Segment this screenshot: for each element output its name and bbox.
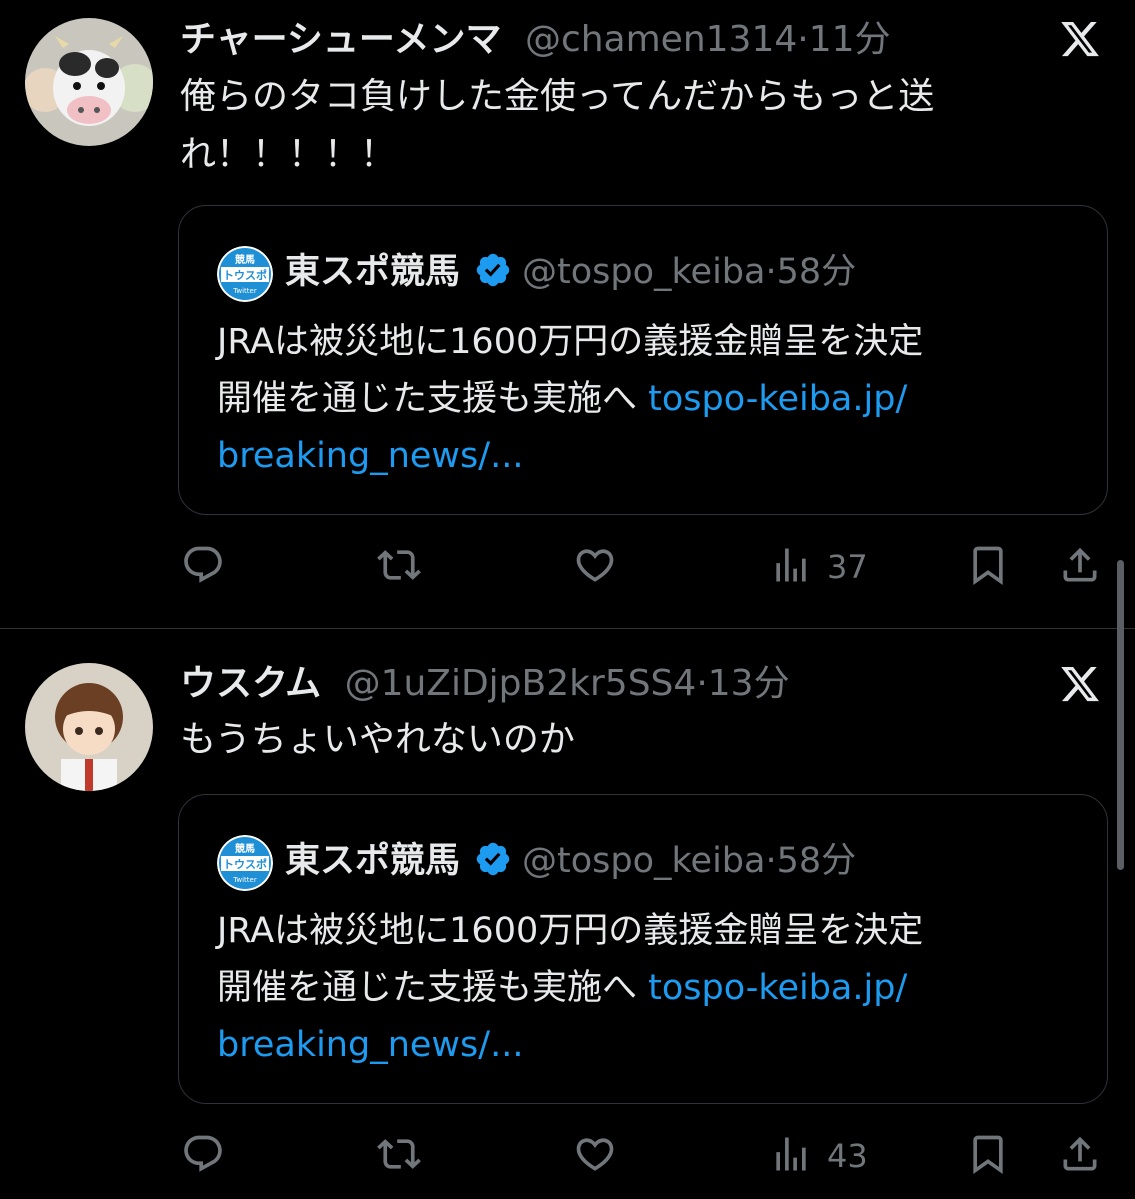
tweet-text-line: れ！！！！！: [180, 134, 397, 175]
tweet-header: チャーシューメンマ @chamen1314·11分: [180, 18, 891, 62]
quote-text-line: 開催を通じた支援も実施へ: [217, 379, 638, 419]
tweet-header: ウスクム @1uZiDjpB2kr5SS4·13分: [180, 662, 790, 706]
quote-text: JRAは被災地に1600万円の義援金贈呈を決定 開催を通じた支援も実施へ tos…: [217, 903, 1077, 1074]
reply-icon: [181, 543, 225, 591]
verified-badge-icon: [474, 251, 512, 289]
x-logo-icon: [1057, 18, 1103, 60]
article-link[interactable]: tospo-keiba.jp/: [648, 968, 907, 1008]
quote-avatar[interactable]: 競馬 トウスポ Twitter: [217, 246, 273, 302]
quote-avatar[interactable]: 競馬 トウスポ Twitter: [217, 835, 273, 891]
verified-badge-icon: [474, 840, 512, 878]
timestamp[interactable]: 13分: [708, 663, 790, 704]
reply-button[interactable]: [181, 1131, 225, 1181]
quote-author-name[interactable]: 東スポ競馬: [285, 841, 460, 881]
quote-header: 東スポ競馬 @tospo_keiba·58分: [285, 250, 856, 294]
quote-author-handle[interactable]: @tospo_keiba: [522, 252, 765, 292]
dot-separator: ·: [797, 19, 809, 60]
action-bar: 37: [0, 542, 1135, 592]
author-name[interactable]: チャーシューメンマ: [180, 19, 501, 60]
dot-separator: ·: [765, 841, 777, 881]
dot-separator: ·: [765, 252, 777, 292]
logo-text-top: 競馬: [235, 842, 255, 855]
tweet-text-line: もうちょいやれないのか: [180, 719, 575, 760]
article-link-continued[interactable]: breaking_news/...: [217, 1017, 1077, 1074]
quote-author-handle[interactable]: @tospo_keiba: [522, 841, 765, 881]
share-button[interactable]: [1058, 542, 1102, 592]
bookmark-icon: [966, 1132, 1010, 1180]
retweet-button[interactable]: [377, 1131, 421, 1181]
reply-button[interactable]: [181, 542, 225, 592]
avatar[interactable]: [25, 18, 153, 146]
retweet-icon: [377, 543, 421, 591]
quoted-tweet[interactable]: 競馬 トウスポ Twitter 東スポ競馬 @tospo_keiba·58分 JR…: [178, 205, 1108, 515]
share-icon: [1058, 543, 1102, 591]
quote-header: 東スポ競馬 @tospo_keiba·58分: [285, 839, 856, 883]
logo-text-middle: トウスポ: [223, 857, 267, 871]
article-link-continued[interactable]: breaking_news/...: [217, 428, 1077, 485]
author-handle[interactable]: @chamen1314: [525, 19, 797, 60]
action-bar: 43: [0, 1131, 1135, 1181]
logo-text-top: 競馬: [235, 253, 255, 266]
views-icon: [769, 1132, 813, 1180]
heart-icon: [573, 543, 617, 591]
quote-timestamp[interactable]: 58分: [777, 841, 857, 881]
article-link[interactable]: tospo-keiba.jp/: [648, 379, 907, 419]
like-button[interactable]: [573, 1131, 617, 1181]
quote-author-name[interactable]: 東スポ競馬: [285, 252, 460, 292]
author-name[interactable]: ウスクム: [180, 663, 321, 704]
author-handle[interactable]: @1uZiDjpB2kr5SS4: [345, 663, 697, 704]
tweet-text: もうちょいやれないのか: [180, 711, 1050, 769]
quoted-tweet[interactable]: 競馬 トウスポ Twitter 東スポ競馬 @tospo_keiba·58分 JR…: [178, 794, 1108, 1104]
retweet-button[interactable]: [377, 542, 421, 592]
quote-text-line: JRAは被災地に1600万円の義援金贈呈を決定: [217, 911, 924, 951]
share-button[interactable]: [1058, 1131, 1102, 1181]
bookmark-button[interactable]: [966, 1131, 1010, 1181]
bookmark-button[interactable]: [966, 542, 1010, 592]
views-icon: [769, 543, 813, 591]
logo-text-bottom: Twitter: [232, 876, 257, 884]
quote-timestamp[interactable]: 58分: [777, 252, 857, 292]
bookmark-icon: [966, 543, 1010, 591]
tweet[interactable]: ウスクム @1uZiDjpB2kr5SS4·13分 もうちょいやれないのか 競馬…: [0, 629, 1135, 1199]
view-count: 37: [827, 548, 868, 586]
quote-text: JRAは被災地に1600万円の義援金贈呈を決定 開催を通じた支援も実施へ tos…: [217, 314, 1077, 485]
x-logo-icon: [1057, 663, 1103, 705]
quote-text-line: 開催を通じた支援も実施へ: [217, 968, 638, 1008]
logo-text-bottom: Twitter: [232, 287, 257, 295]
heart-icon: [573, 1132, 617, 1180]
retweet-icon: [377, 1132, 421, 1180]
reply-icon: [181, 1132, 225, 1180]
scrollbar[interactable]: [1117, 560, 1124, 870]
view-count: 43: [827, 1137, 868, 1175]
avatar[interactable]: [25, 663, 153, 791]
tweet[interactable]: チャーシューメンマ @chamen1314·11分 俺らのタコ負けした金使ってん…: [0, 0, 1135, 628]
quote-text-line: JRAは被災地に1600万円の義援金贈呈を決定: [217, 322, 924, 362]
timestamp[interactable]: 11分: [809, 19, 891, 60]
dot-separator: ·: [696, 663, 708, 704]
views-button[interactable]: 37: [769, 542, 868, 592]
share-icon: [1058, 1132, 1102, 1180]
logo-text-middle: トウスポ: [223, 268, 267, 282]
views-button[interactable]: 43: [769, 1131, 868, 1181]
tweet-text: 俺らのタコ負けした金使ってんだからもっと送 れ！！！！！: [180, 68, 1050, 184]
tweet-text-line: 俺らのタコ負けした金使ってんだからもっと送: [180, 76, 935, 117]
like-button[interactable]: [573, 542, 617, 592]
